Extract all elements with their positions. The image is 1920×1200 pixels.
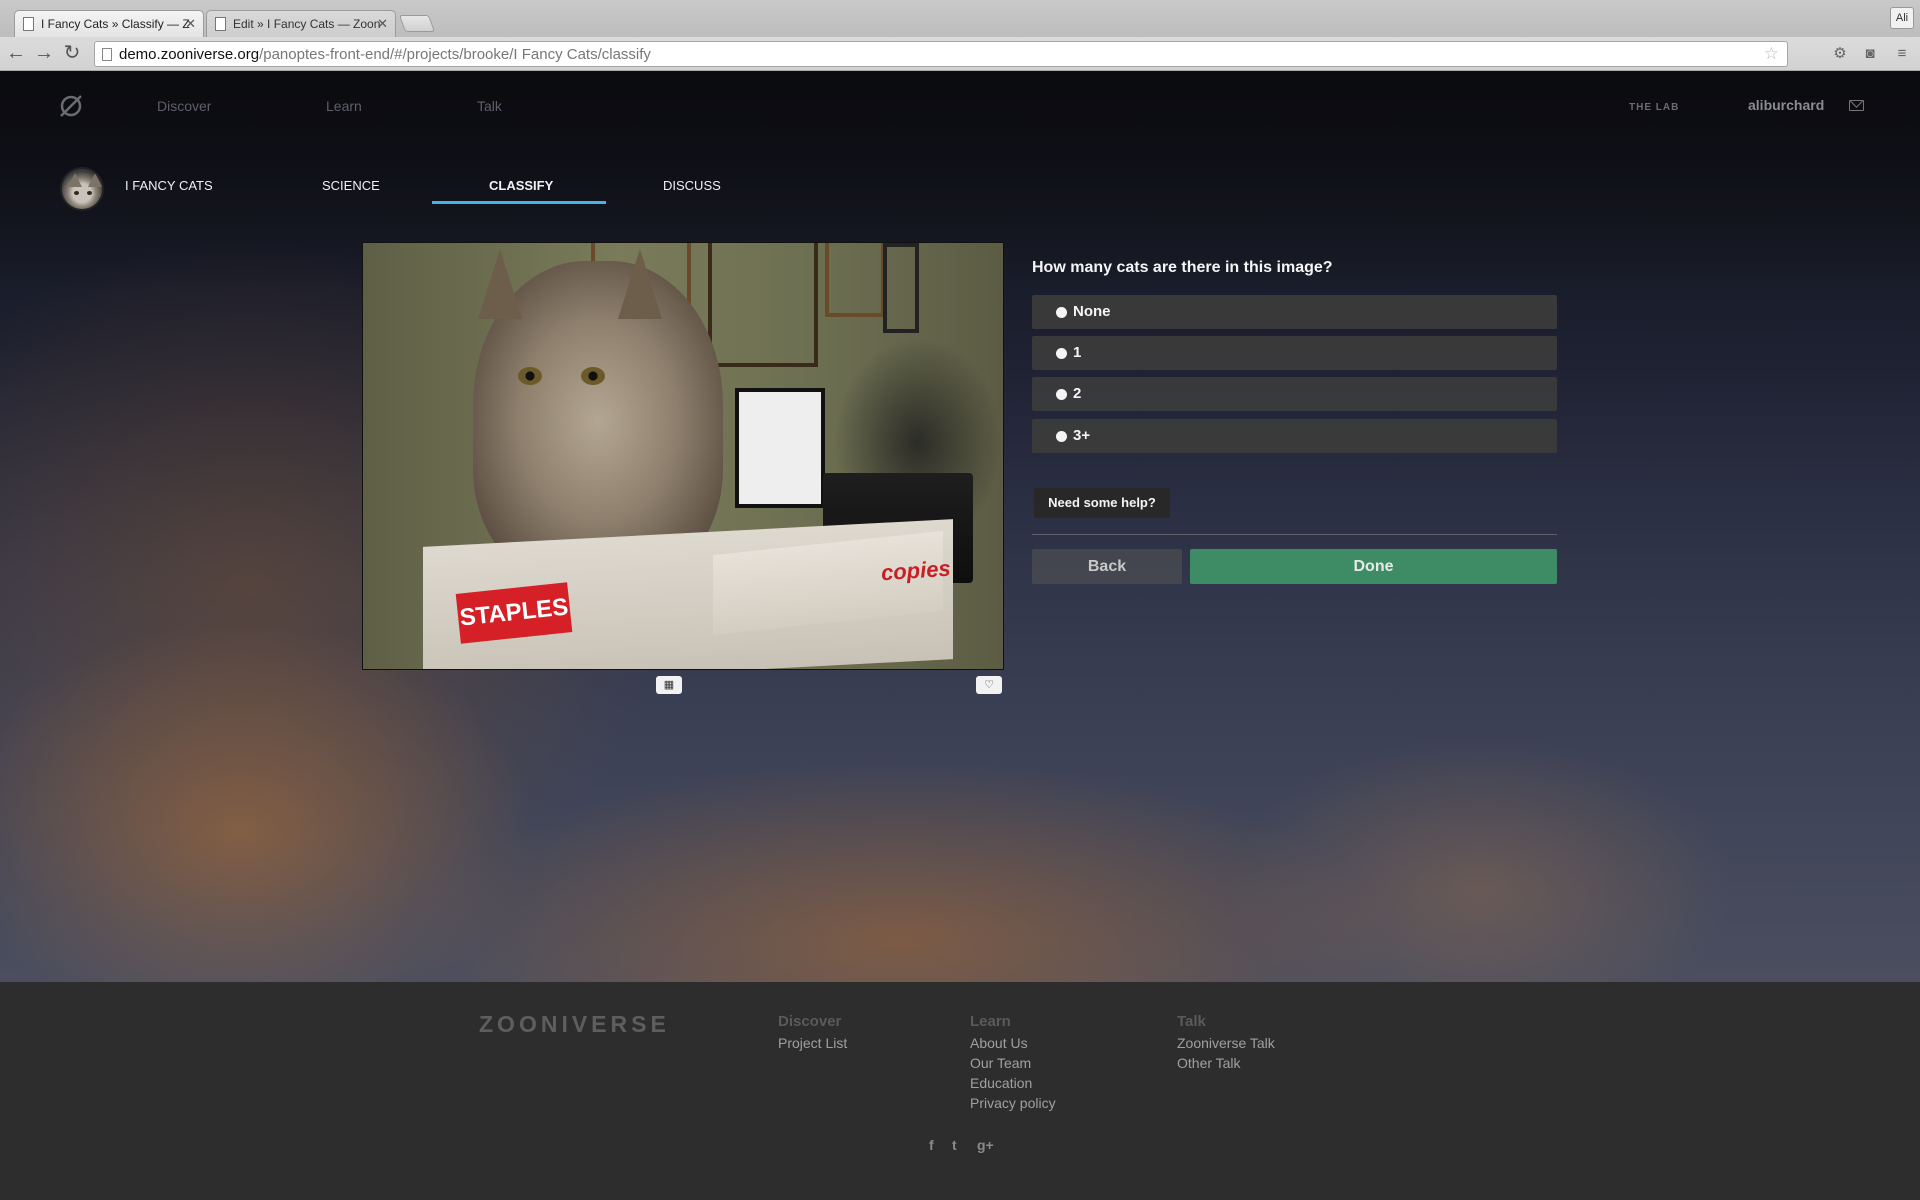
answer-1[interactable]: 1 bbox=[1032, 336, 1557, 370]
footer-link-privacy[interactable]: Privacy policy bbox=[970, 1093, 1056, 1113]
answer-none[interactable]: None bbox=[1032, 295, 1557, 329]
browser-tab-title: Edit » I Fancy Cats — Zoon bbox=[233, 17, 381, 31]
cat-ear bbox=[478, 249, 522, 319]
task-question: How many cats are there in this image? bbox=[1032, 259, 1333, 276]
pocket-icon[interactable]: ◙ bbox=[1860, 44, 1880, 64]
browser-tab-edit[interactable]: Edit » I Fancy Cats — Zoon ✕ bbox=[206, 10, 396, 37]
document-icon bbox=[215, 17, 226, 31]
radio-icon bbox=[1056, 431, 1067, 442]
project-avatar[interactable] bbox=[60, 167, 104, 211]
page-icon bbox=[102, 48, 112, 61]
footer-logo[interactable]: ZOONIVERSE bbox=[479, 1011, 670, 1038]
footer-link-our-team[interactable]: Our Team bbox=[970, 1053, 1056, 1073]
answer-3-plus[interactable]: 3+ bbox=[1032, 419, 1557, 453]
radio-icon bbox=[1056, 389, 1067, 400]
back-arrow-icon[interactable]: ← bbox=[4, 41, 28, 65]
footer-heading: Learn bbox=[970, 1013, 1011, 1030]
nav-discover[interactable]: Discover bbox=[157, 98, 211, 114]
close-icon[interactable]: ✕ bbox=[185, 16, 196, 32]
reload-icon[interactable]: ↻ bbox=[60, 41, 84, 65]
extension-icon[interactable]: ⚙ bbox=[1830, 44, 1850, 64]
tab-strip: I Fancy Cats » Classify — Z ✕ Edit » I F… bbox=[0, 0, 1920, 37]
nav-talk[interactable]: Talk bbox=[477, 98, 502, 114]
zooniverse-logo-icon[interactable] bbox=[58, 93, 84, 119]
certificate-frame bbox=[735, 388, 825, 508]
browser-tab-classify[interactable]: I Fancy Cats » Classify — Z ✕ bbox=[14, 10, 204, 37]
active-tab-underline bbox=[432, 201, 606, 204]
picture-frame bbox=[883, 243, 919, 333]
bookmark-star-icon[interactable]: ☆ bbox=[1764, 44, 1779, 64]
new-tab-button[interactable] bbox=[398, 15, 436, 32]
answer-label: 1 bbox=[1073, 344, 1082, 361]
project-title[interactable]: I FANCY CATS bbox=[125, 178, 213, 193]
divider bbox=[1032, 534, 1557, 535]
footer-col-discover: Discover Project List bbox=[778, 1013, 847, 1053]
footer-heading: Talk bbox=[1177, 1013, 1206, 1030]
url-host: demo.zooniverse.org bbox=[119, 46, 260, 63]
footer-link-zooniverse-talk[interactable]: Zooniverse Talk bbox=[1177, 1033, 1275, 1053]
forward-arrow-icon[interactable]: → bbox=[32, 41, 56, 65]
browser-chrome: I Fancy Cats » Classify — Z ✕ Edit » I F… bbox=[0, 0, 1920, 71]
tab-classify[interactable]: CLASSIFY bbox=[489, 178, 553, 193]
cat-eye bbox=[518, 367, 542, 385]
footer: ZOONIVERSE Discover Project List Learn A… bbox=[0, 982, 1920, 1200]
answer-2[interactable]: 2 bbox=[1032, 377, 1557, 411]
picture-frame bbox=[708, 243, 818, 367]
tab-science[interactable]: SCIENCE bbox=[322, 178, 380, 193]
browser-toolbar: ← → ↻ demo.zooniverse.org/panoptes-front… bbox=[0, 37, 1920, 71]
subject-image[interactable]: STAPLES copies bbox=[362, 242, 1004, 670]
facebook-icon[interactable]: f bbox=[929, 1137, 934, 1153]
favorite-heart-icon[interactable]: ♡ bbox=[976, 676, 1002, 694]
help-button[interactable]: Need some help? bbox=[1034, 488, 1170, 518]
page: Discover Learn Talk THE LAB aliburchard … bbox=[0, 71, 1920, 1200]
username[interactable]: aliburchard bbox=[1748, 97, 1824, 113]
avatar-eye bbox=[74, 191, 79, 195]
footer-col-learn: Learn About Us Our Team Education Privac… bbox=[970, 1013, 1056, 1113]
footer-heading: Discover bbox=[778, 1013, 842, 1030]
radio-icon bbox=[1056, 348, 1067, 359]
the-lab-link[interactable]: THE LAB bbox=[1629, 102, 1679, 113]
close-icon[interactable]: ✕ bbox=[377, 16, 388, 32]
cat-eye bbox=[581, 367, 605, 385]
url-path: /panoptes-front-end/#/projects/brooke/I … bbox=[259, 46, 651, 63]
twitter-icon[interactable]: t bbox=[952, 1137, 957, 1153]
profile-button[interactable]: Ali bbox=[1890, 7, 1914, 29]
copies-text: copies bbox=[880, 555, 952, 586]
footer-link-other-talk[interactable]: Other Talk bbox=[1177, 1053, 1275, 1073]
avatar-eye bbox=[87, 191, 92, 195]
address-bar[interactable]: demo.zooniverse.org/panoptes-front-end/#… bbox=[94, 41, 1788, 67]
footer-link-education[interactable]: Education bbox=[970, 1073, 1056, 1093]
cat-ear bbox=[618, 249, 662, 319]
footer-link-about-us[interactable]: About Us bbox=[970, 1033, 1056, 1053]
avatar-ear bbox=[88, 173, 102, 187]
footer-link-project-list[interactable]: Project List bbox=[778, 1033, 847, 1053]
menu-icon[interactable]: ≡ bbox=[1892, 44, 1912, 64]
picture-frame bbox=[825, 243, 885, 317]
google-plus-icon[interactable]: g+ bbox=[977, 1137, 994, 1153]
radio-icon bbox=[1056, 307, 1067, 318]
tab-discuss[interactable]: DISCUSS bbox=[663, 178, 721, 193]
answer-label: 3+ bbox=[1073, 427, 1091, 444]
footer-col-talk: Talk Zooniverse Talk Other Talk bbox=[1177, 1013, 1275, 1073]
hero-background: Discover Learn Talk THE LAB aliburchard … bbox=[0, 71, 1920, 982]
metadata-icon[interactable]: ▦ bbox=[656, 676, 682, 694]
document-icon bbox=[23, 17, 34, 31]
answer-label: 2 bbox=[1073, 385, 1082, 402]
mail-icon[interactable] bbox=[1849, 100, 1864, 111]
browser-tab-title: I Fancy Cats » Classify — Z bbox=[41, 17, 190, 31]
avatar-ear bbox=[68, 173, 82, 187]
answer-label: None bbox=[1073, 303, 1111, 320]
back-button[interactable]: Back bbox=[1032, 549, 1182, 584]
done-button[interactable]: Done bbox=[1190, 549, 1557, 584]
nav-learn[interactable]: Learn bbox=[326, 98, 362, 114]
